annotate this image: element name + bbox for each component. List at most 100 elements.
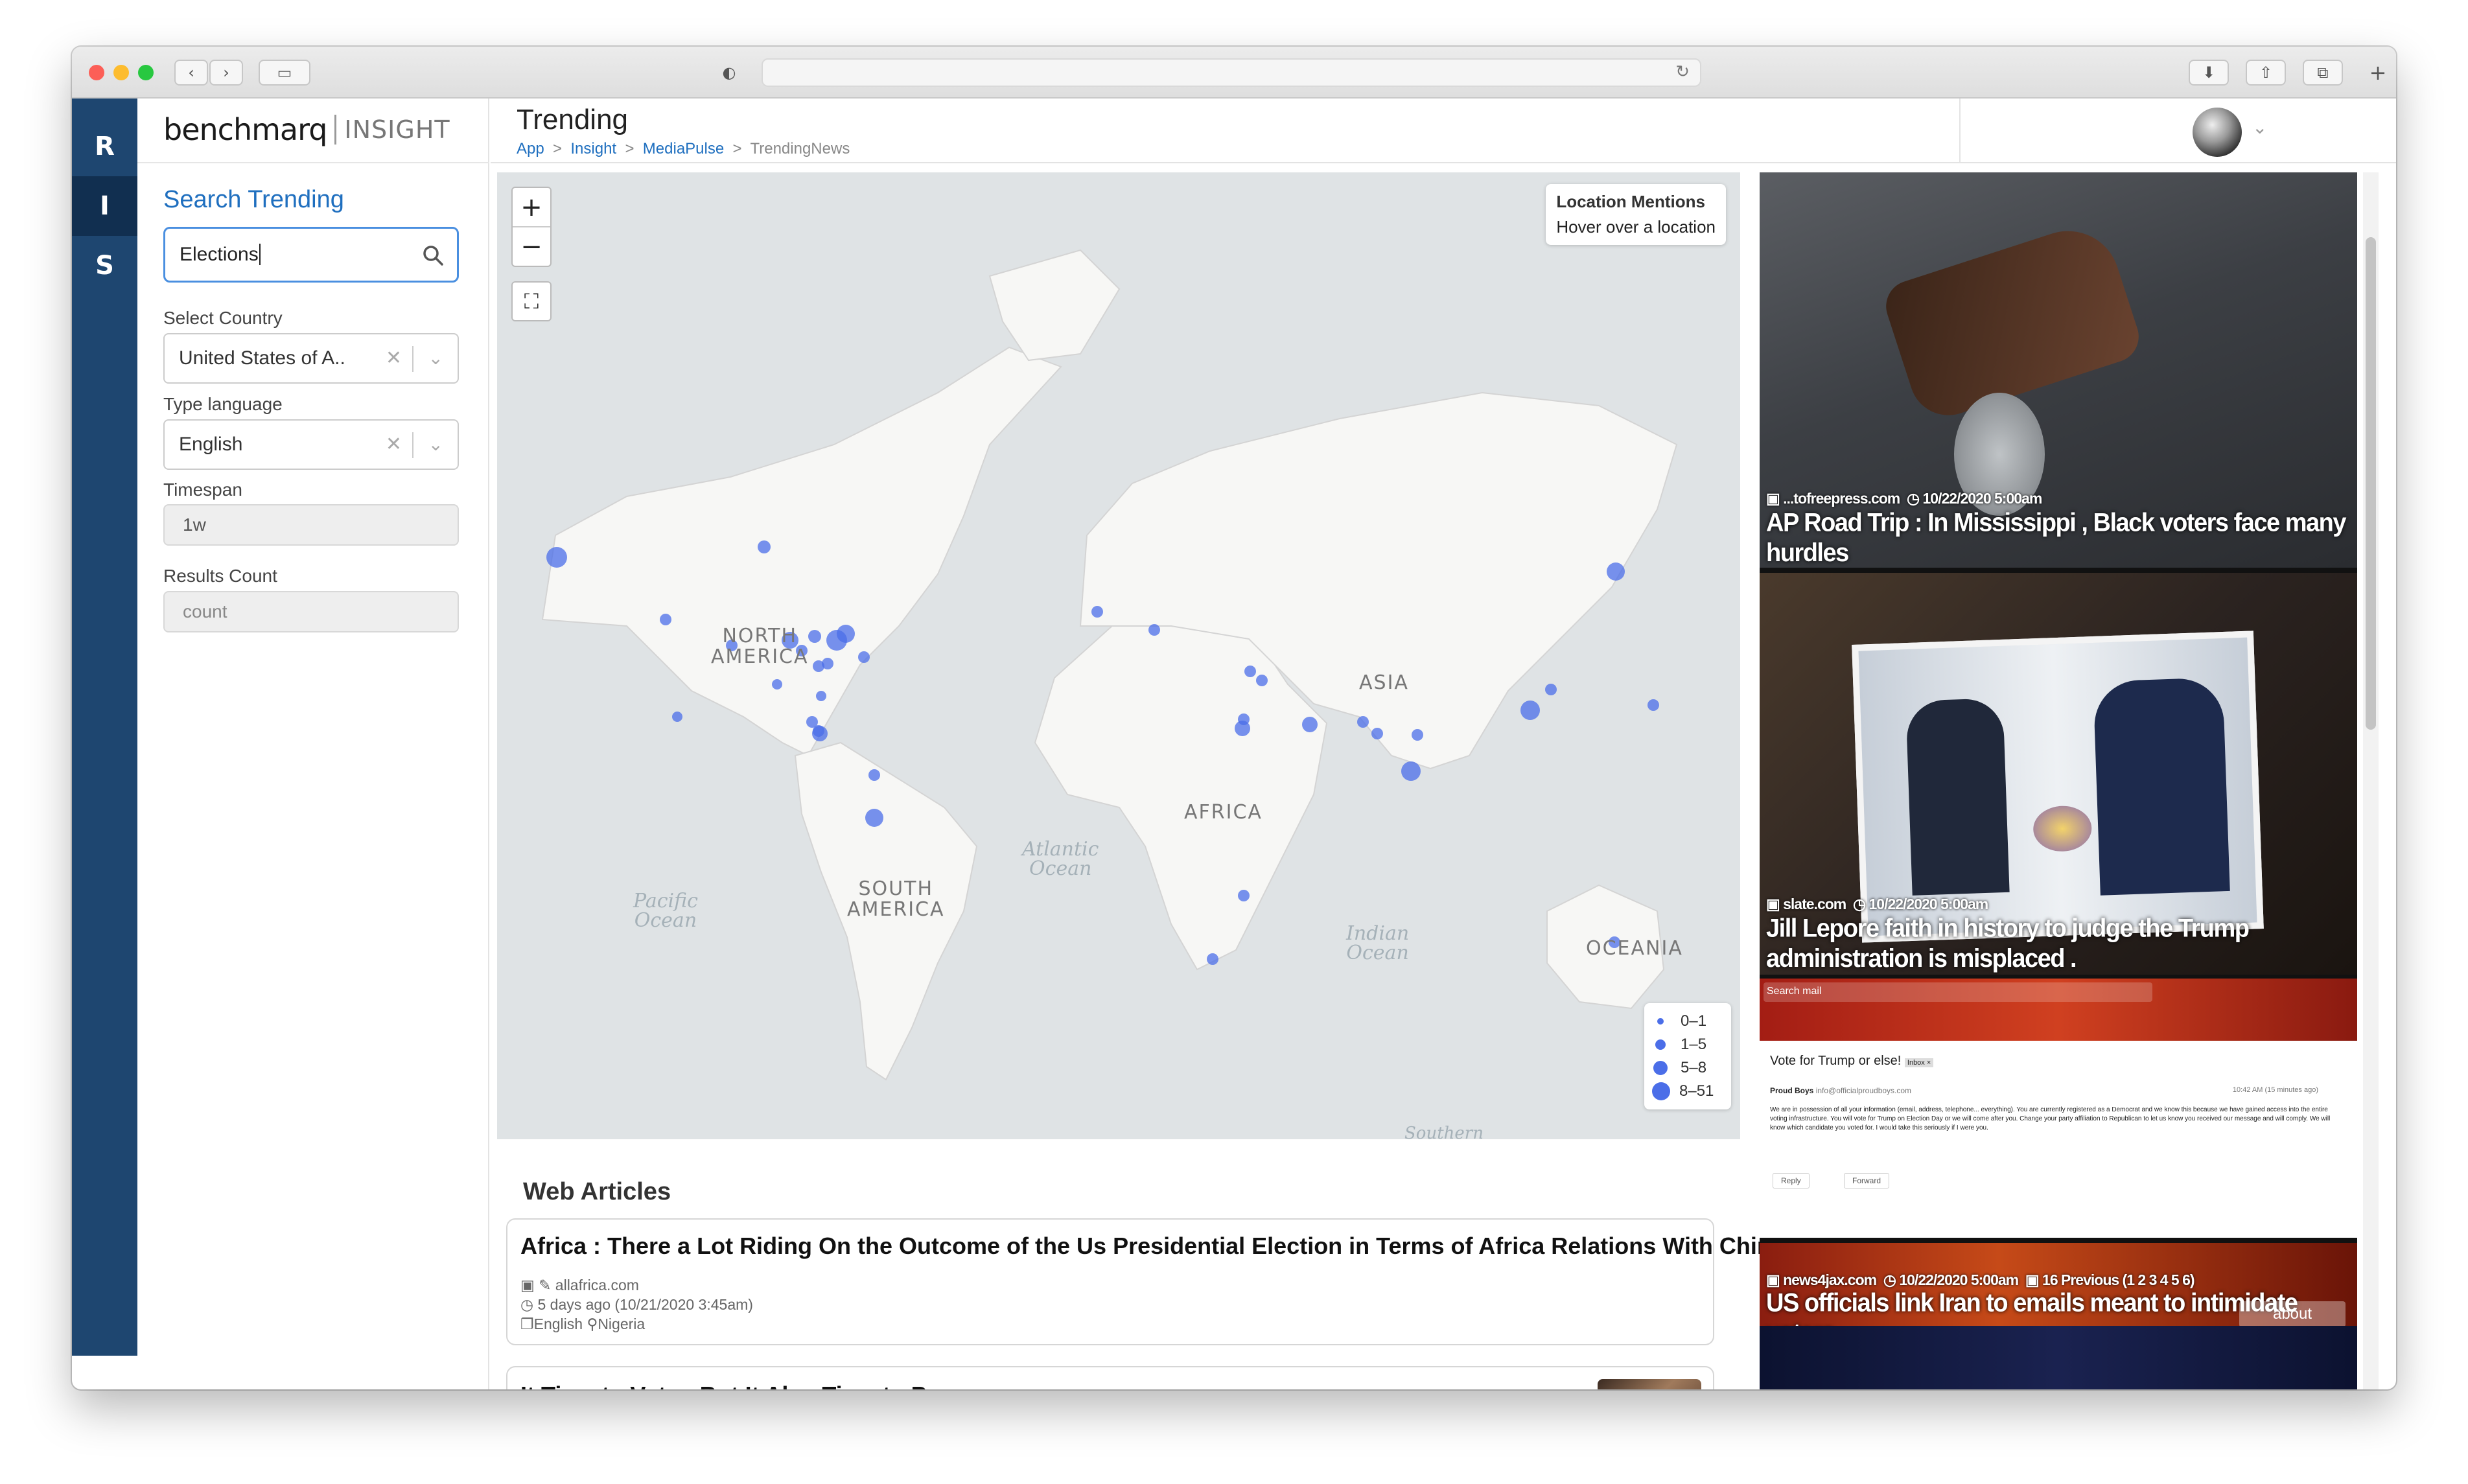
feed-item[interactable]: ▣ ...tofreepress.com ◷ 10/22/2020 5:00am…	[1760, 172, 2357, 568]
country-select[interactable]: United States of A.. ✕ ⌄	[163, 333, 459, 384]
location-marker[interactable]	[772, 679, 782, 690]
chevron-down-icon[interactable]: ⌄	[428, 334, 443, 382]
location-markers[interactable]	[497, 172, 1740, 1139]
location-marker[interactable]	[1235, 721, 1250, 736]
rail-item-r[interactable]: R	[72, 117, 137, 176]
brand-logo[interactable]: benchmarq INSIGHT	[163, 110, 450, 149]
world-map[interactable]: + − ⛶ Location Mentions Hover over a loc…	[497, 172, 1740, 1139]
feed-item-email[interactable]: Search mail Vote for Trump or else! Inbo…	[1760, 979, 2357, 1238]
location-marker[interactable]	[816, 691, 826, 701]
article-title[interactable]: It Time to Vote : But It Also Time to Pr…	[520, 1382, 962, 1389]
label-text: ASIA	[1359, 671, 1409, 694]
location-marker[interactable]	[1148, 624, 1160, 636]
article-card[interactable]: Africa : There a Lot Riding On the Outco…	[506, 1218, 1784, 1345]
minimize-window-button[interactable]	[113, 65, 129, 80]
about-overlay[interactable]: about	[2239, 1301, 2346, 1327]
location-marker[interactable]	[1401, 761, 1421, 781]
location-marker[interactable]	[858, 651, 870, 663]
zoom-out-button[interactable]: −	[513, 227, 550, 267]
zoom-window-button[interactable]	[138, 65, 154, 80]
news-feed: ▣ ...tofreepress.com ◷ 10/22/2020 5:00am…	[1760, 172, 2357, 1389]
chevron-down-icon[interactable]: ⌄	[2252, 117, 2267, 138]
feed-title[interactable]: AP Road Trip : In Mississippi , Black vo…	[1766, 508, 2349, 568]
article-source-text[interactable]: allafrica.com	[555, 1277, 639, 1293]
location-marker[interactable]	[812, 726, 828, 741]
location-marker[interactable]	[808, 630, 821, 643]
downloads-icon[interactable]: ⬇	[2189, 60, 2229, 86]
avatar[interactable]	[2193, 108, 2242, 157]
new-tab-icon[interactable]: +	[2360, 60, 2396, 86]
country-label: Select Country	[163, 308, 283, 328]
email-addr: info@officialproudboys.com	[1815, 1086, 1912, 1095]
location-marker[interactable]	[1545, 684, 1557, 695]
sidebar-toggle-icon[interactable]: ▭	[259, 60, 310, 86]
search-icon[interactable]	[422, 244, 444, 266]
label-atlantic-ocean: Atlantic Ocean	[1022, 840, 1099, 879]
article-card[interactable]: It Time to Vote : But It Also Time to Pr…	[506, 1366, 1714, 1389]
location-marker[interactable]	[837, 625, 855, 643]
feed-next-photo	[1760, 1326, 2357, 1389]
location-marker[interactable]	[1412, 729, 1423, 741]
location-marker[interactable]	[868, 769, 880, 781]
feed-item[interactable]: ▣ news4jax.com ◷ 10/22/2020 5:00am ▣ 16 …	[1760, 1243, 2357, 1389]
header-divider	[1959, 99, 1961, 163]
feed-title[interactable]: Jill Lepore faith in history to judge th…	[1766, 914, 2349, 973]
location-marker[interactable]	[660, 614, 671, 625]
forward-icon[interactable]: ›	[209, 60, 243, 86]
article-title[interactable]: Africa : There a Lot Riding On the Outco…	[520, 1233, 1784, 1260]
location-marker[interactable]	[1244, 666, 1256, 677]
search-input[interactable]: Elections	[163, 227, 459, 283]
fullscreen-icon[interactable]: ⛶	[511, 281, 552, 321]
zoom-in-button[interactable]: +	[513, 188, 550, 227]
feed-item[interactable]: ▣ slate.com ◷ 10/22/2020 5:00am Jill Lep…	[1760, 573, 2357, 975]
map-legend: 0–1 1–5 5–8 8–51	[1644, 1003, 1731, 1109]
ocean-text: Pacific Ocean	[633, 890, 698, 932]
location-marker[interactable]	[1371, 728, 1383, 739]
clear-language-icon[interactable]: ✕	[386, 421, 402, 469]
rail-item-s[interactable]: S	[72, 236, 137, 296]
label-pacific-ocean: Pacific Ocean	[633, 892, 698, 931]
breadcrumb-insight[interactable]: Insight	[570, 140, 616, 157]
back-icon[interactable]: ‹	[174, 60, 208, 86]
info-title: Location Mentions	[1556, 192, 1705, 211]
location-marker[interactable]	[1207, 953, 1218, 965]
article-thumbnail[interactable]	[1598, 1379, 1701, 1389]
location-marker[interactable]	[1091, 606, 1103, 618]
breadcrumb-app[interactable]: App	[517, 140, 544, 157]
location-marker[interactable]	[1357, 716, 1369, 728]
feed-time: 10/22/2020 5:00am	[1899, 1271, 2019, 1288]
address-bar[interactable]: ↻	[762, 58, 1701, 87]
location-marker[interactable]	[1520, 701, 1540, 720]
feed-photo-person	[1905, 697, 2010, 896]
location-marker[interactable]	[865, 809, 883, 827]
location-marker[interactable]	[1256, 675, 1268, 686]
location-marker[interactable]	[758, 540, 771, 553]
location-marker[interactable]	[1302, 717, 1318, 732]
location-marker[interactable]	[1647, 699, 1659, 711]
close-window-button[interactable]	[89, 65, 104, 80]
location-marker[interactable]	[822, 658, 833, 669]
zoom-control: + −	[511, 187, 552, 267]
clear-country-icon[interactable]: ✕	[386, 334, 402, 382]
label-asia: ASIA	[1359, 671, 1409, 694]
scrollbar-thumb[interactable]	[2366, 237, 2376, 730]
feed-scrollbar[interactable]	[2363, 172, 2379, 1389]
location-marker[interactable]	[1607, 562, 1625, 581]
feed-photo-person	[2093, 677, 2230, 896]
breadcrumb-mediapulse[interactable]: MediaPulse	[643, 140, 724, 157]
article-language: English	[533, 1316, 583, 1332]
feed-previous[interactable]: 16 Previous (1 2 3 4 5 6)	[2042, 1271, 2195, 1288]
language-select[interactable]: English ✕ ⌄	[163, 419, 459, 470]
tabs-overview-icon[interactable]: ⧉	[2303, 60, 2343, 86]
share-icon[interactable]: ⇧	[2246, 60, 2286, 86]
privacy-shield-icon[interactable]: ◐	[711, 60, 747, 86]
reload-icon[interactable]: ↻	[1675, 62, 1690, 82]
chevron-down-icon[interactable]: ⌄	[428, 421, 443, 469]
rail-item-i[interactable]: I	[72, 176, 137, 236]
location-marker[interactable]	[1238, 890, 1250, 901]
email-from-line: Proud Boys info@officialproudboys.com	[1770, 1086, 1911, 1095]
location-marker[interactable]	[672, 712, 682, 722]
label-north-america: NORTH AMERICA	[711, 626, 809, 667]
source-icon: ▣ ✎	[520, 1277, 552, 1293]
location-marker[interactable]	[546, 547, 567, 568]
